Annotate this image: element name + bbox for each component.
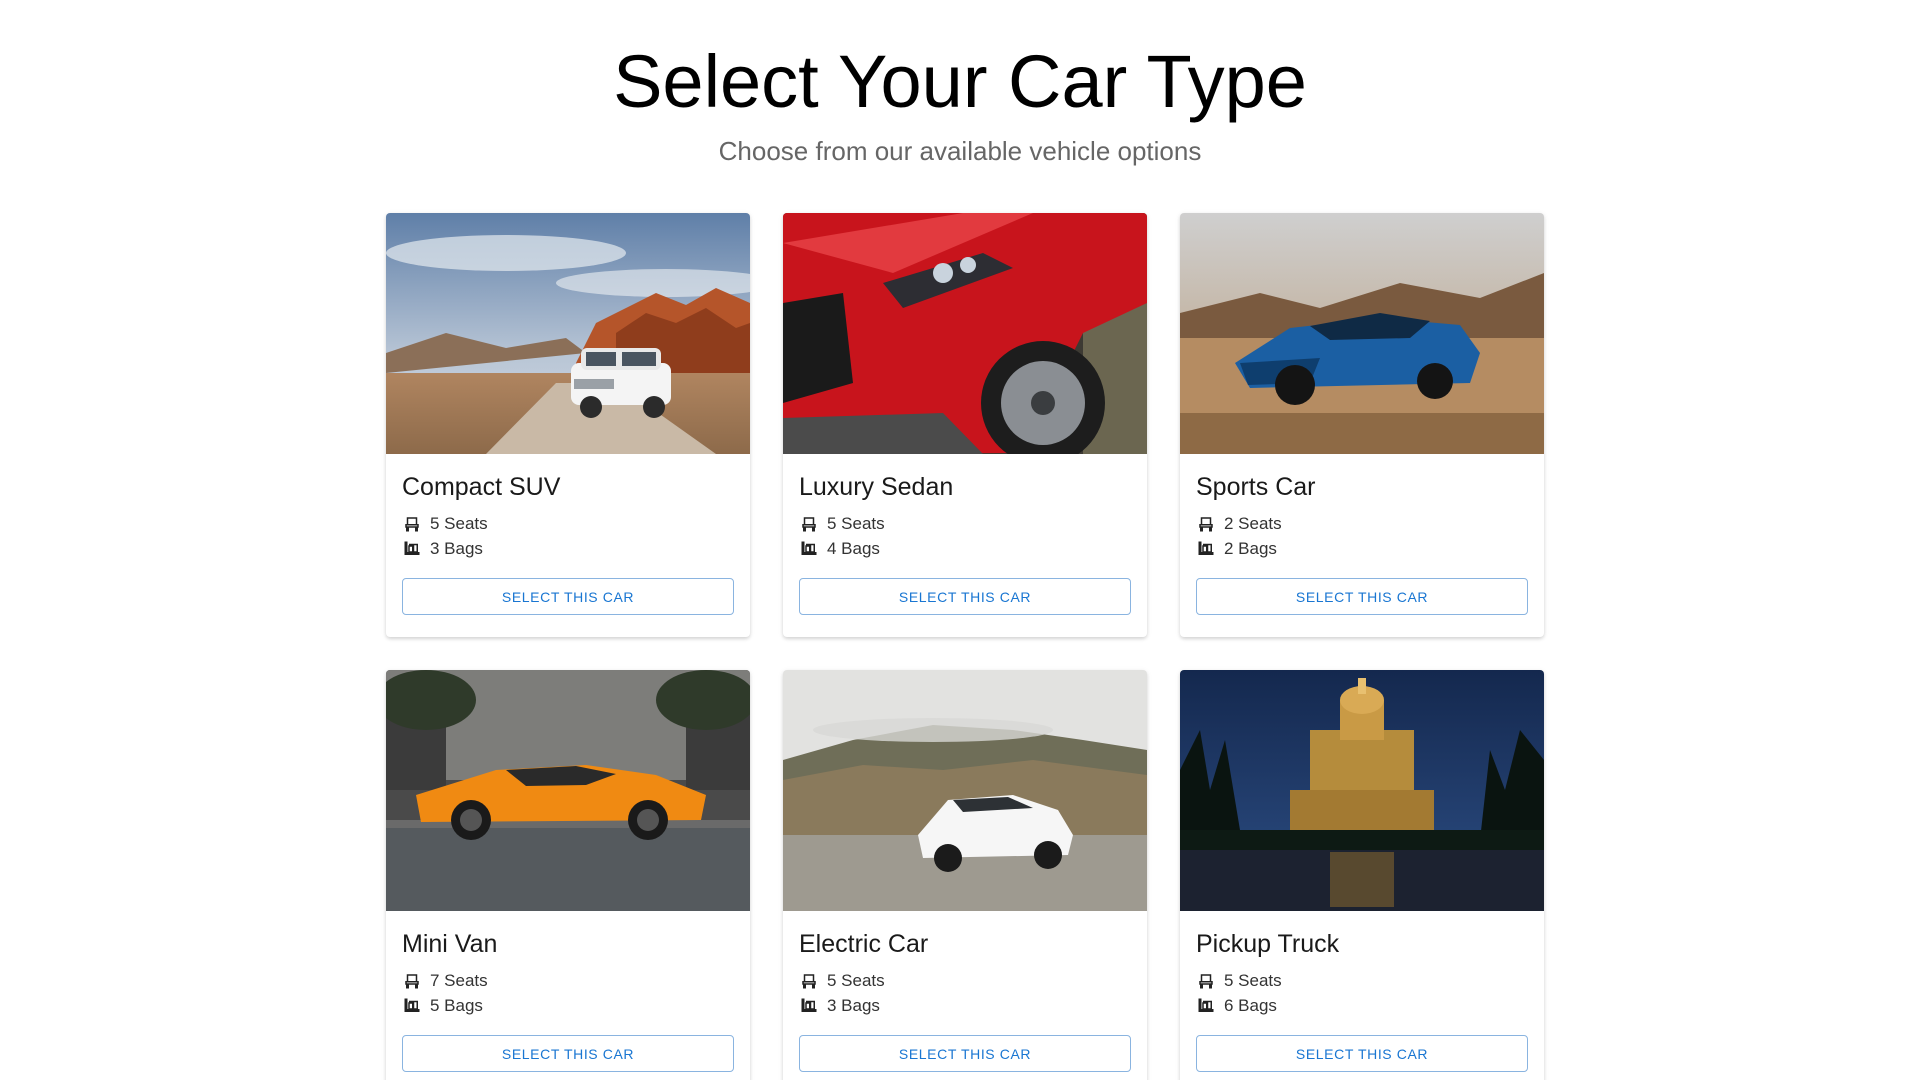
luggage-icon: [402, 539, 422, 559]
luggage-icon: [402, 996, 422, 1016]
seats-text: 5 Seats: [1224, 971, 1282, 990]
seats-text: 5 Seats: [430, 514, 488, 533]
white-electric-car-hills-photo: [783, 670, 1147, 911]
bags-spec: 3 Bags: [799, 993, 1131, 1018]
luggage-icon: [799, 996, 819, 1016]
seat-icon: [799, 514, 819, 534]
car-photo: [783, 670, 1147, 911]
bags-spec: 5 Bags: [402, 993, 734, 1018]
page-subtitle: Choose from our available vehicle option…: [718, 136, 1202, 166]
illuminated-cathedral-night-photo: [1180, 670, 1544, 911]
orange-supercar-street-photo: [386, 670, 750, 911]
bags-text: 4 Bags: [827, 539, 880, 558]
seat-icon: [1196, 514, 1216, 534]
select-car-button[interactable]: SELECT THIS CAR: [1196, 578, 1528, 615]
bags-spec: 2 Bags: [1196, 536, 1528, 561]
car-name: Electric Car: [799, 930, 929, 958]
car-card-mini-van: Mini Van 7 Seats 5 Bags SELECT THIS CAR: [386, 670, 750, 1080]
seats-spec: 5 Seats: [1196, 968, 1528, 993]
seats-spec: 2 Seats: [1196, 511, 1528, 536]
car-photo: [386, 670, 750, 911]
car-selection-page: Select Your Car Type Choose from our ava…: [0, 0, 1920, 1080]
page-title: Select Your Car Type: [613, 40, 1307, 123]
car-grid: Compact SUV 5 Seats 3 Bags SELECT THIS C…: [386, 213, 1544, 1080]
car-photo: [783, 213, 1147, 454]
bags-text: 2 Bags: [1224, 539, 1277, 558]
seats-spec: 5 Seats: [402, 511, 734, 536]
car-photo: [386, 213, 750, 454]
bags-text: 3 Bags: [827, 996, 880, 1015]
luggage-icon: [1196, 539, 1216, 559]
luggage-icon: [799, 539, 819, 559]
seats-spec: 5 Seats: [799, 511, 1131, 536]
car-card-electric-car: Electric Car 5 Seats 3 Bags SELECT THIS …: [783, 670, 1147, 1080]
seat-icon: [402, 971, 422, 991]
bags-text: 5 Bags: [430, 996, 483, 1015]
select-car-button[interactable]: SELECT THIS CAR: [1196, 1035, 1528, 1072]
car-card-sports-car: Sports Car 2 Seats 2 Bags SELECT THIS CA…: [1180, 213, 1544, 637]
bags-text: 6 Bags: [1224, 996, 1277, 1015]
seats-spec: 5 Seats: [799, 968, 1131, 993]
select-car-button[interactable]: SELECT THIS CAR: [799, 578, 1131, 615]
car-card-luxury-sedan: Luxury Sedan 5 Seats 4 Bags SELECT THIS …: [783, 213, 1147, 637]
seats-text: 2 Seats: [1224, 514, 1282, 533]
select-car-button[interactable]: SELECT THIS CAR: [402, 1035, 734, 1072]
luggage-icon: [1196, 996, 1216, 1016]
bags-spec: 6 Bags: [1196, 993, 1528, 1018]
white-suv-desert-photo: [386, 213, 750, 454]
seats-spec: 7 Seats: [402, 968, 734, 993]
bags-spec: 4 Bags: [799, 536, 1131, 561]
car-card-pickup-truck: Pickup Truck 5 Seats 6 Bags SELECT THIS …: [1180, 670, 1544, 1080]
blue-sports-car-desert-photo: [1180, 213, 1544, 454]
select-car-button[interactable]: SELECT THIS CAR: [799, 1035, 1131, 1072]
seats-text: 5 Seats: [827, 514, 885, 533]
car-photo: [1180, 213, 1544, 454]
car-name: Luxury Sedan: [799, 473, 954, 501]
bags-text: 3 Bags: [430, 539, 483, 558]
car-photo: [1180, 670, 1544, 911]
seat-icon: [1196, 971, 1216, 991]
seat-icon: [799, 971, 819, 991]
car-name: Sports Car: [1196, 473, 1316, 501]
select-car-button[interactable]: SELECT THIS CAR: [402, 578, 734, 615]
car-name: Mini Van: [402, 930, 498, 958]
car-name: Compact SUV: [402, 473, 561, 501]
seat-icon: [402, 514, 422, 534]
bags-spec: 3 Bags: [402, 536, 734, 561]
car-name: Pickup Truck: [1196, 930, 1340, 958]
red-car-front-closeup-photo: [783, 213, 1147, 454]
seats-text: 7 Seats: [430, 971, 488, 990]
car-card-compact-suv: Compact SUV 5 Seats 3 Bags SELECT THIS C…: [386, 213, 750, 637]
seats-text: 5 Seats: [827, 971, 885, 990]
